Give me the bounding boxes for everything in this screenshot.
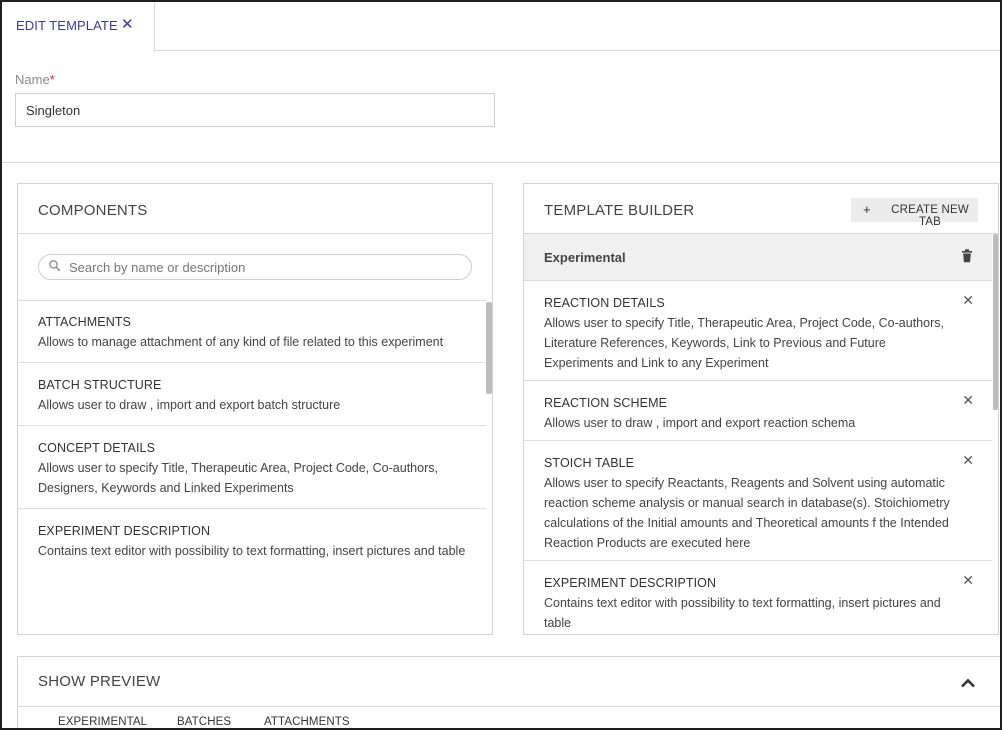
name-label-text: Name bbox=[15, 72, 50, 87]
show-preview-panel: SHOW PREVIEW EXPERIMENTAL BATCHES ATTACH… bbox=[17, 656, 1000, 728]
name-input[interactable] bbox=[15, 93, 495, 127]
template-builder-title: TEMPLATE BUILDER bbox=[544, 202, 695, 219]
builder-item-description: Allows user to specify Reactants, Reagen… bbox=[544, 476, 950, 550]
name-field-label: Name* bbox=[15, 72, 55, 87]
remove-icon[interactable]: ✕ bbox=[962, 572, 974, 589]
builder-item-stoich-table[interactable]: STOICH TABLE Allows user to specify Reac… bbox=[524, 441, 992, 561]
plus-icon: + bbox=[863, 202, 871, 217]
component-description: Contains text editor with possibility to… bbox=[38, 544, 466, 558]
preview-tab-batches[interactable]: BATCHES bbox=[177, 716, 231, 728]
builder-item-reaction-details[interactable]: REACTION DETAILS Allows user to specify … bbox=[524, 281, 992, 381]
component-title: CONCEPT DETAILS bbox=[38, 441, 156, 455]
builder-item-description: Allows user to specify Title, Therapeuti… bbox=[544, 316, 944, 370]
search-input[interactable] bbox=[69, 258, 459, 277]
builder-component-list: REACTION DETAILS Allows user to specify … bbox=[524, 281, 992, 634]
component-description: Allows to manage attachment of any kind … bbox=[38, 335, 444, 349]
chevron-up-icon[interactable] bbox=[960, 677, 976, 689]
preview-tab-attachments[interactable]: ATTACHMENTS bbox=[264, 716, 350, 728]
components-scrollbar[interactable] bbox=[486, 300, 492, 634]
component-title: EXPERIMENT DESCRIPTION bbox=[38, 524, 211, 538]
components-list: ATTACHMENTS Allows to manage attachment … bbox=[18, 300, 486, 571]
tab-edit-template-label: EDIT TEMPLATE bbox=[16, 18, 118, 33]
search-box[interactable] bbox=[38, 254, 472, 280]
tab-bar: EDIT TEMPLATE ✕ bbox=[2, 2, 1000, 52]
builder-item-title: EXPERIMENT DESCRIPTION bbox=[544, 576, 717, 590]
close-icon[interactable]: ✕ bbox=[121, 15, 134, 33]
trash-icon[interactable] bbox=[960, 248, 974, 264]
remove-icon[interactable]: ✕ bbox=[962, 452, 974, 469]
component-batch-structure[interactable]: BATCH STRUCTURE Allows user to draw , im… bbox=[18, 363, 486, 426]
builder-tab-title: Experimental bbox=[544, 250, 626, 265]
show-preview-title: SHOW PREVIEW bbox=[38, 673, 161, 690]
template-builder-panel: TEMPLATE BUILDER + CREATE NEW TAB Experi… bbox=[523, 183, 999, 635]
section-divider bbox=[2, 162, 1000, 163]
builder-item-experiment-description[interactable]: EXPERIMENT DESCRIPTION Contains text edi… bbox=[524, 561, 992, 634]
component-title: BATCH STRUCTURE bbox=[38, 378, 162, 392]
builder-scrollbar[interactable] bbox=[993, 234, 998, 634]
edit-template-window: EDIT TEMPLATE ✕ Name* COMPONENTS ATTACHM… bbox=[0, 0, 1002, 730]
builder-item-description: Allows user to draw , import and export … bbox=[544, 416, 856, 430]
preview-tab-experimental[interactable]: EXPERIMENTAL bbox=[58, 716, 147, 728]
component-experiment-description[interactable]: EXPERIMENT DESCRIPTION Contains text edi… bbox=[18, 509, 486, 571]
tab-edit-template[interactable]: EDIT TEMPLATE ✕ bbox=[2, 2, 155, 52]
builder-tab-section[interactable]: Experimental bbox=[524, 234, 992, 281]
builder-item-title: REACTION SCHEME bbox=[544, 396, 668, 410]
component-attachments[interactable]: ATTACHMENTS Allows to manage attachment … bbox=[18, 300, 486, 363]
remove-icon[interactable]: ✕ bbox=[962, 292, 974, 309]
required-marker: * bbox=[49, 72, 55, 87]
components-header-divider bbox=[18, 233, 492, 234]
builder-scroll-thumb[interactable] bbox=[993, 234, 998, 410]
component-concept-details[interactable]: CONCEPT DETAILS Allows user to specify T… bbox=[18, 426, 486, 509]
components-panel: COMPONENTS ATTACHMENTS Allows to manage … bbox=[17, 183, 493, 635]
components-scroll-thumb[interactable] bbox=[486, 302, 492, 394]
component-description: Allows user to draw , import and export … bbox=[38, 398, 341, 412]
builder-item-title: STOICH TABLE bbox=[544, 456, 635, 470]
components-title: COMPONENTS bbox=[38, 202, 148, 219]
create-new-tab-button[interactable]: + CREATE NEW TAB bbox=[851, 198, 978, 228]
preview-header-divider bbox=[18, 706, 1000, 707]
builder-item-reaction-scheme[interactable]: REACTION SCHEME Allows user to draw , im… bbox=[524, 381, 992, 441]
search-icon bbox=[49, 260, 61, 272]
tab-bar-divider bbox=[154, 50, 1000, 51]
remove-icon[interactable]: ✕ bbox=[962, 392, 974, 409]
create-new-tab-label: CREATE NEW TAB bbox=[891, 204, 969, 228]
component-title: ATTACHMENTS bbox=[38, 315, 131, 329]
component-description: Allows user to specify Title, Therapeuti… bbox=[38, 461, 438, 495]
builder-item-title: REACTION DETAILS bbox=[544, 296, 665, 310]
builder-item-description: Contains text editor with possibility to… bbox=[544, 596, 941, 630]
